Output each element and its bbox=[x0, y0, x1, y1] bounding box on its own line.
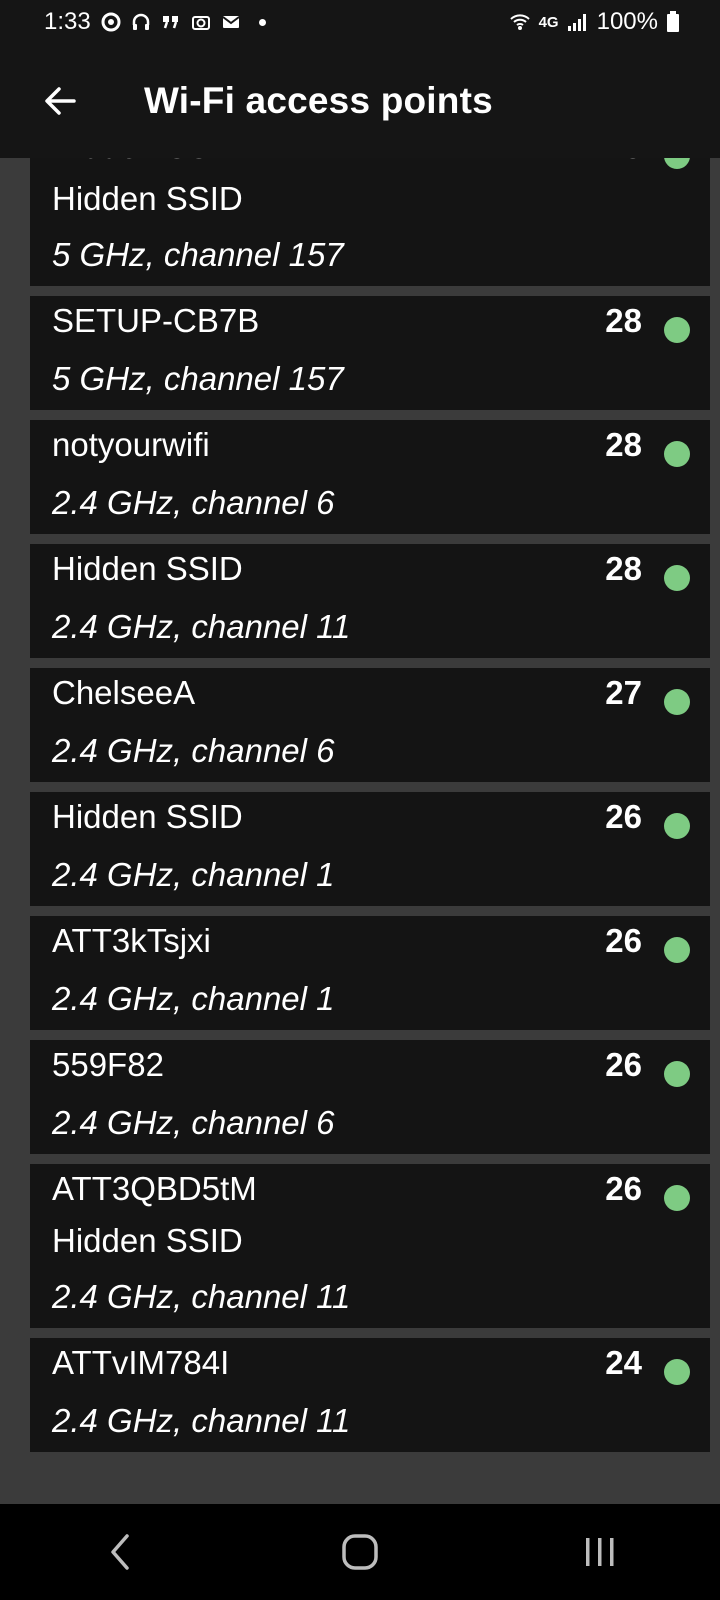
signal-strength-value: 26 bbox=[605, 922, 642, 959]
signal-strength-value: 28 bbox=[605, 302, 642, 339]
signal-indicator-icon bbox=[664, 317, 690, 343]
back-nav-icon bbox=[111, 1534, 129, 1570]
ssid-label: ATT3kTsjxi bbox=[52, 922, 211, 959]
status-bar: 1:33 4G 100% bbox=[0, 0, 720, 44]
access-point-item[interactable]: notyourwifi 2.4 GHz, channel 6 28 bbox=[30, 420, 710, 534]
battery-icon bbox=[667, 11, 679, 32]
ssid-label: Hidden SSID bbox=[52, 798, 243, 835]
nav-back-button[interactable] bbox=[80, 1512, 160, 1592]
signal-indicator-icon bbox=[664, 1359, 690, 1385]
access-point-item[interactable]: ATT3QBD5tM Hidden SSID 2.4 GHz, channel 11… bbox=[30, 1164, 710, 1328]
band-channel-label: 2.4 GHz, channel 1 bbox=[52, 856, 335, 893]
home-nav-icon bbox=[342, 1534, 378, 1570]
ssid-label: Hidden SSID bbox=[52, 158, 243, 166]
signal-indicator-icon bbox=[664, 158, 690, 169]
status-left: 1:33 bbox=[44, 8, 266, 36]
access-point-item[interactable]: Hidden SSID Hidden SSID 5 GHz, channel 157… bbox=[30, 158, 710, 286]
band-channel-label: 2.4 GHz, channel 11 bbox=[52, 1278, 351, 1315]
status-right: 4G 100% bbox=[509, 8, 680, 36]
band-channel-label: 2.4 GHz, channel 11 bbox=[52, 1402, 351, 1439]
nav-home-button[interactable] bbox=[320, 1512, 400, 1592]
band-channel-label: 2.4 GHz, channel 6 bbox=[52, 732, 335, 769]
ssid-label: ATT3QBD5tM bbox=[52, 1170, 257, 1207]
ssid-label: Hidden SSID bbox=[52, 550, 243, 587]
ssid-secondary-label: Hidden SSID bbox=[52, 180, 243, 217]
band-channel-label: 5 GHz, channel 157 bbox=[52, 360, 344, 397]
band-channel-label: 2.4 GHz, channel 6 bbox=[52, 484, 335, 521]
recents-nav-icon bbox=[586, 1538, 614, 1566]
wifi-icon bbox=[509, 14, 530, 30]
access-point-item[interactable]: ChelseeA 2.4 GHz, channel 6 27 bbox=[30, 668, 710, 782]
ssid-label: ChelseeA bbox=[52, 674, 196, 711]
access-point-item[interactable]: Hidden SSID 2.4 GHz, channel 11 28 bbox=[30, 544, 710, 658]
access-point-item[interactable]: 559F82 2.4 GHz, channel 6 26 bbox=[30, 1040, 710, 1154]
signal-strength-value: 28 bbox=[605, 550, 642, 587]
signal-strength-value: 26 bbox=[605, 798, 642, 835]
ssid-label: ATTvIM784I bbox=[52, 1344, 230, 1381]
more-notifications-dot bbox=[258, 18, 266, 26]
signal-bars-icon bbox=[567, 14, 586, 31]
ssid-label: SETUP-CB7B bbox=[52, 302, 260, 339]
signal-strength-value: 28 bbox=[605, 158, 642, 166]
chrome-icon bbox=[101, 12, 121, 32]
page-title: Wi-Fi access points bbox=[144, 80, 493, 121]
network-type: 4G bbox=[538, 13, 559, 31]
signal-strength-value: 27 bbox=[605, 674, 642, 711]
access-point-item[interactable]: Hidden SSID 2.4 GHz, channel 1 26 bbox=[30, 792, 710, 906]
headphones-icon bbox=[132, 13, 149, 30]
camera-icon bbox=[191, 16, 210, 30]
mail-icon bbox=[222, 16, 240, 28]
signal-indicator-icon bbox=[664, 565, 690, 591]
nav-recents-button[interactable] bbox=[560, 1512, 640, 1592]
signal-indicator-icon bbox=[664, 813, 690, 839]
band-channel-label: 2.4 GHz, channel 6 bbox=[52, 1104, 335, 1141]
ssid-secondary-label: Hidden SSID bbox=[52, 1222, 243, 1259]
battery-percent: 100% bbox=[596, 8, 658, 35]
app-bar: Wi-Fi access points bbox=[0, 44, 720, 158]
signal-indicator-icon bbox=[664, 1185, 690, 1211]
signal-indicator-icon bbox=[664, 1061, 690, 1087]
arrow-back-icon bbox=[45, 87, 76, 115]
band-channel-label: 2.4 GHz, channel 1 bbox=[52, 980, 335, 1017]
access-point-item[interactable]: SETUP-CB7B 5 GHz, channel 157 28 bbox=[30, 296, 710, 410]
ssid-label: 559F82 bbox=[52, 1046, 164, 1083]
signal-indicator-icon bbox=[664, 937, 690, 963]
band-channel-label: 2.4 GHz, channel 11 bbox=[52, 608, 351, 645]
band-channel-label: 5 GHz, channel 157 bbox=[52, 236, 344, 273]
signal-indicator-icon bbox=[664, 441, 690, 467]
access-point-item[interactable]: ATT3kTsjxi 2.4 GHz, channel 1 26 bbox=[30, 916, 710, 1030]
signal-strength-value: 26 bbox=[605, 1046, 642, 1083]
access-point-list: Hidden SSID Hidden SSID 5 GHz, channel 157… bbox=[30, 158, 710, 1462]
status-time: 1:33 bbox=[44, 8, 91, 35]
signal-strength-value: 28 bbox=[605, 426, 642, 463]
access-point-list-container[interactable]: Hidden SSID Hidden SSID 5 GHz, channel 157… bbox=[0, 158, 720, 1504]
signal-strength-value: 26 bbox=[605, 1170, 642, 1207]
navigation-bar bbox=[0, 1504, 720, 1600]
signal-indicator-icon bbox=[664, 689, 690, 715]
back-button[interactable] bbox=[30, 71, 90, 131]
access-point-item[interactable]: ATTvIM784I 2.4 GHz, channel 11 24 bbox=[30, 1338, 710, 1452]
quote-icon bbox=[162, 16, 178, 29]
ssid-label: notyourwifi bbox=[52, 426, 210, 463]
signal-strength-value: 24 bbox=[605, 1344, 642, 1381]
